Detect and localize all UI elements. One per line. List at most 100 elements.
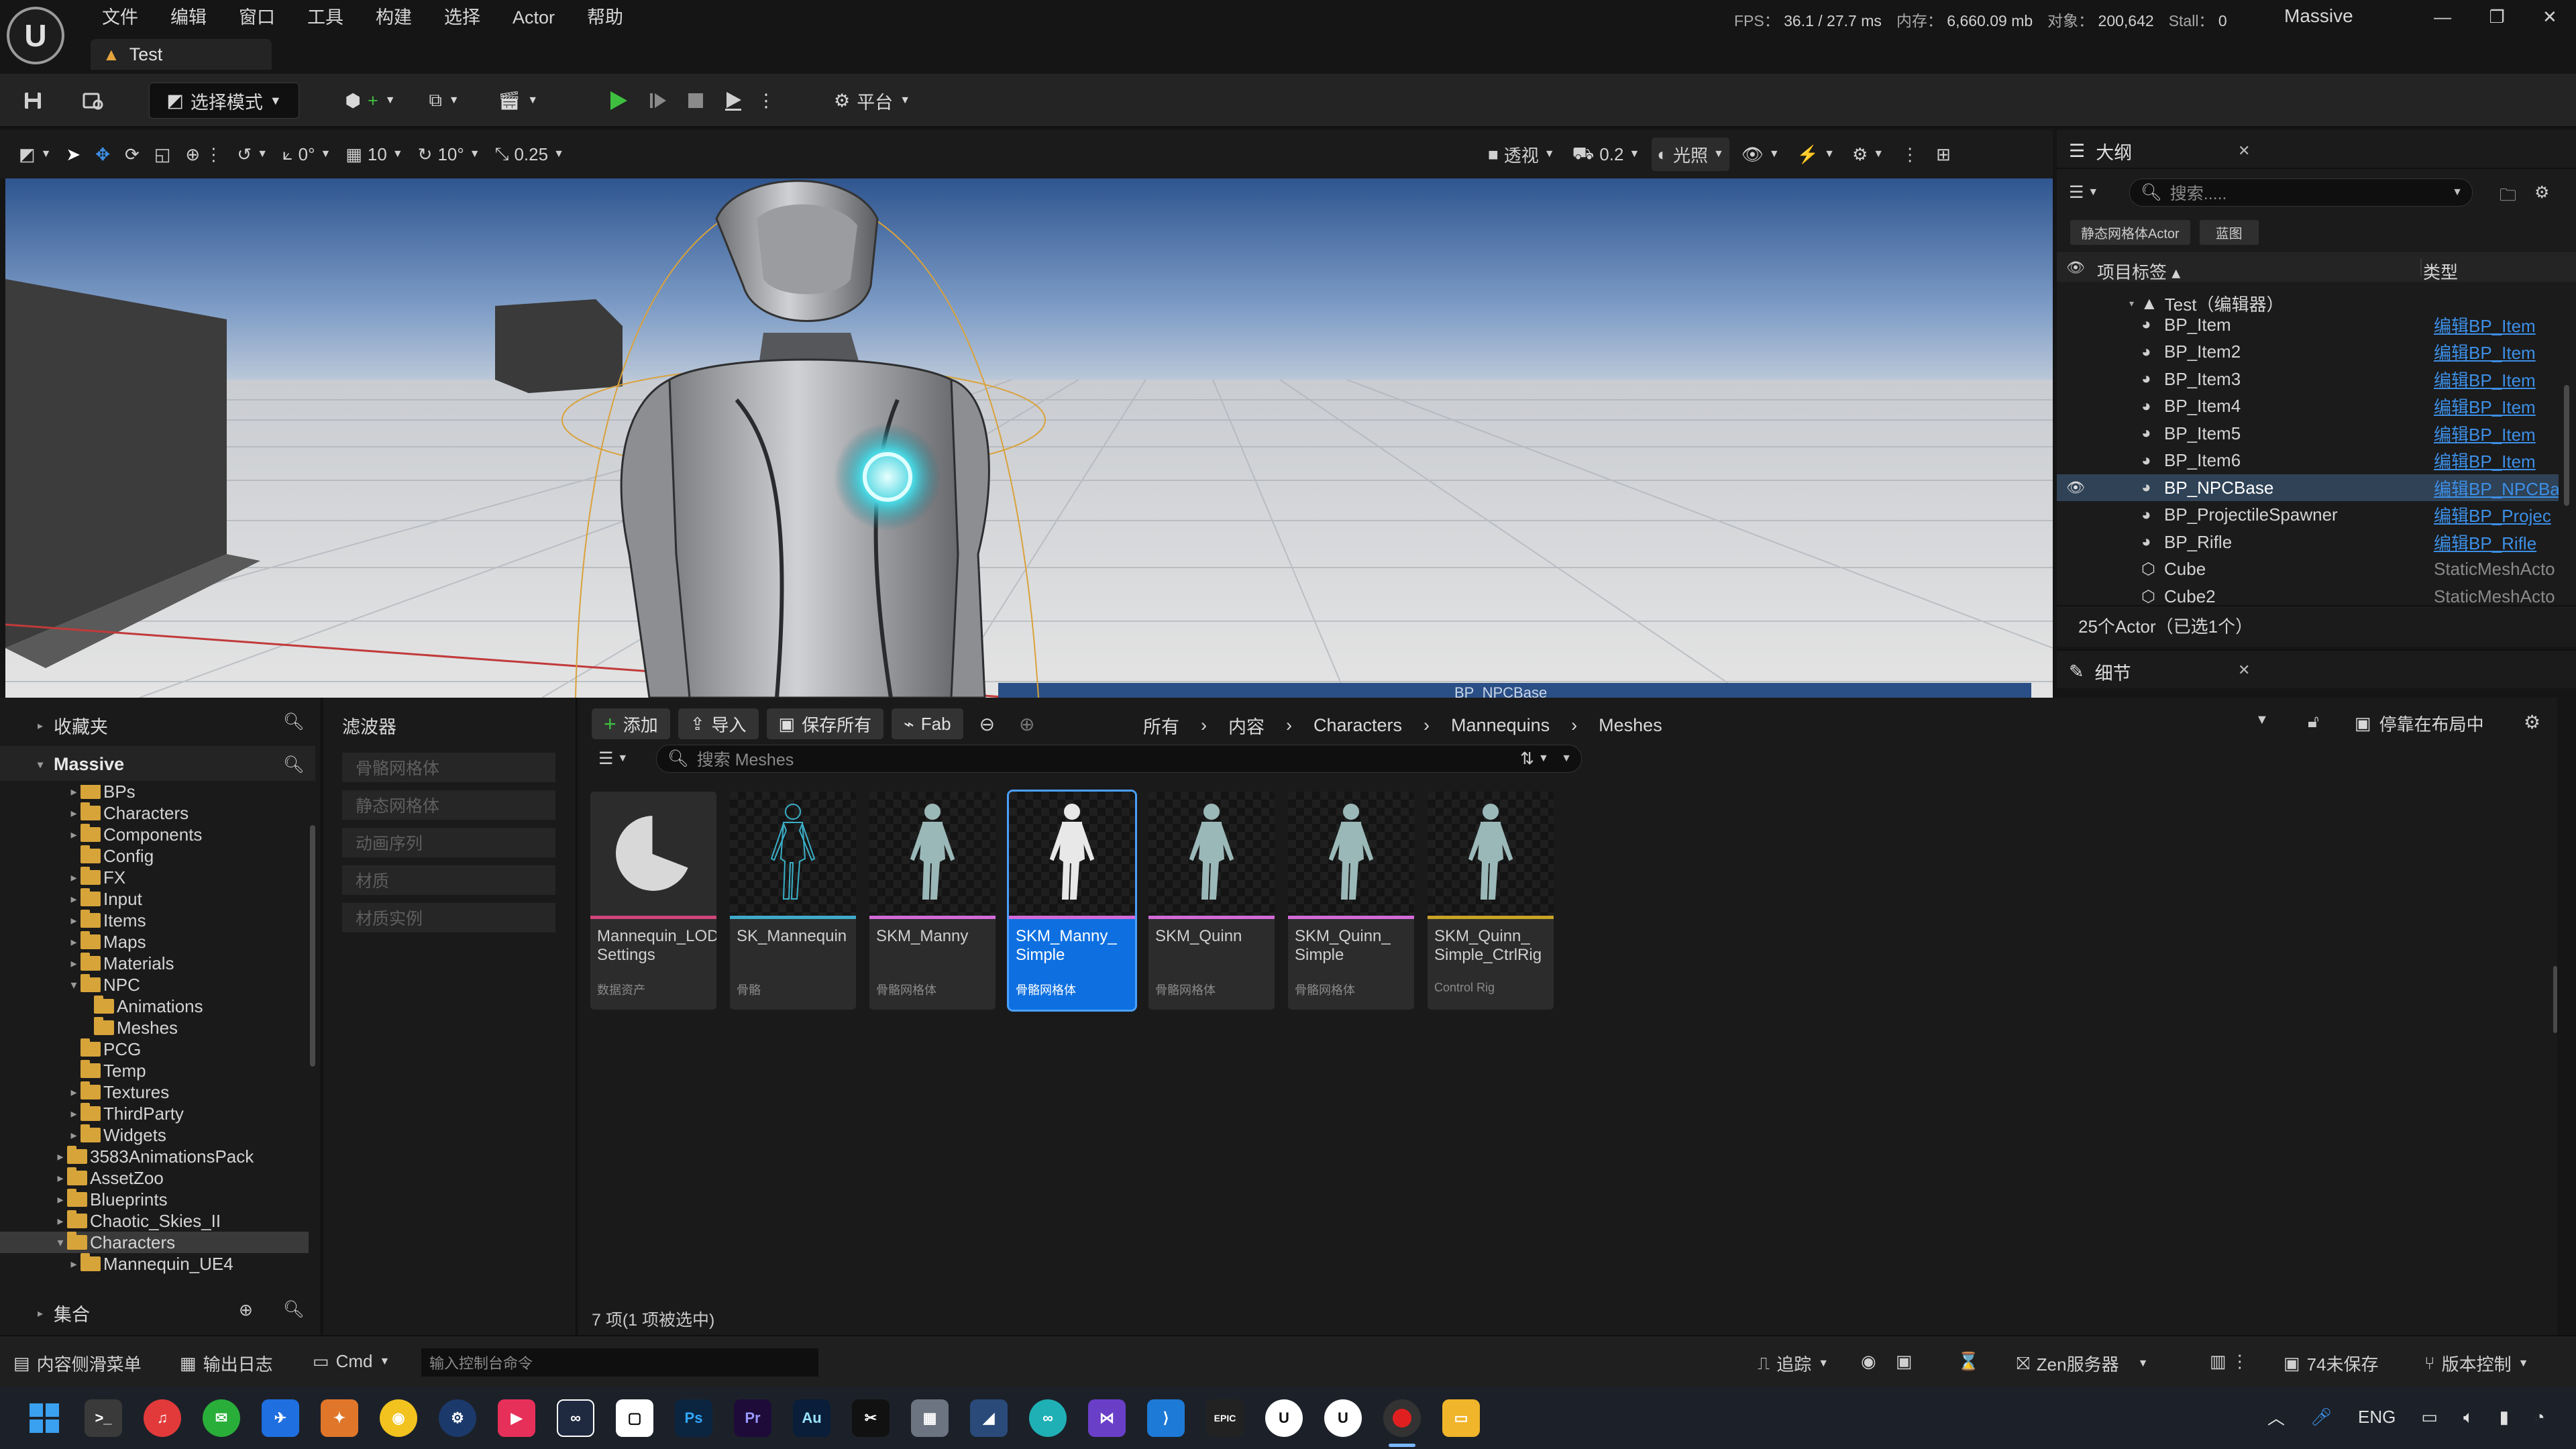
expand-arrow-icon[interactable]: ▸ [54,1150,67,1164]
close-icon[interactable]: ✕ [2542,7,2557,28]
add-folder-icon[interactable]: 🗀 [2500,182,2516,211]
folder-tree-item[interactable]: Animations [0,996,309,1017]
folder-tree-item[interactable]: ▸ Maps [0,931,309,953]
folder-tree-item[interactable]: ▸ AssetZoo [0,1167,309,1189]
expand-arrow-icon[interactable]: ▸ [54,1171,67,1185]
battery-icon[interactable]: ▮ [2500,1407,2509,1428]
surface-snap-icon[interactable]: ↺ ▼ [231,138,273,171]
folder-tree-item[interactable]: ▸ Materials [0,953,309,974]
vscode-icon[interactable]: ⟩ [1147,1399,1185,1437]
outliner-row-type[interactable]: 编辑BP_Item [2434,367,2559,392]
steam-icon[interactable]: ⚙ [439,1399,476,1437]
path-dropdown-icon[interactable]: ▼ [2255,712,2269,728]
expand-arrow-icon[interactable]: ▸ [67,1128,80,1142]
asset-search-input[interactable]: 🔍︎ 搜索 Meshes ▼ [656,745,1582,773]
outliner-row-type[interactable]: 编辑BP_Projec [2434,502,2559,527]
dock-in-layout-button[interactable]: ▣ 停靠在布局中 [2355,711,2484,736]
cmd-dropdown[interactable]: ▭ Cmd ▼ [313,1351,390,1372]
add-actor-button[interactable]: ⬢ + ▼ [343,83,397,119]
windows-start-icon[interactable] [25,1399,63,1437]
content-drawer-button[interactable]: ▤ 内容侧滑菜单 [13,1351,142,1376]
close-icon[interactable]: ✕ [2238,142,2250,160]
angle-snap[interactable]: ↻ 10° ▼ [413,138,486,171]
menu-actor[interactable]: Actor [496,1,571,34]
settings-gear-icon[interactable]: ⚙ ▼ [1847,138,1889,171]
filter-chip-static-mesh[interactable]: 静态网格体Actor [2070,220,2190,245]
back-icon[interactable]: ⊖ [971,713,1003,735]
cb-scrollbar[interactable] [2553,966,2557,1033]
favorites-section[interactable]: ▸ 收藏夹 [38,712,108,739]
unsaved-button[interactable]: ▣ 74未保存 [2284,1351,2379,1376]
folder-tree-item[interactable]: ▸ BPs [0,785,309,802]
expand-arrow-icon[interactable]: ▸ [67,892,80,906]
visual-studio-icon[interactable]: ⋈ [1088,1399,1126,1437]
fab-button[interactable]: ⌁ Fab [892,708,963,739]
perspective-dropdown[interactable]: ■ 透视 ▼ [1483,138,1560,171]
menu-build[interactable]: 构建 [360,1,428,34]
tree-scrollbar[interactable] [310,825,315,1067]
grid-snap[interactable]: ▦ 10 ▼ [340,138,408,171]
outliner-row-type[interactable]: 编辑BP_Item [2434,394,2559,419]
step-icon[interactable] [640,83,676,119]
wechat-icon[interactable]: ✉ [203,1399,240,1437]
feishu-icon[interactable]: ✈ [262,1399,299,1437]
expand-arrow-icon[interactable]: ▸ [67,828,80,842]
console-input[interactable]: 输入控制台命令 [421,1348,818,1377]
expand-arrow-icon[interactable]: ▸ [67,1107,80,1121]
add-collection-icon[interactable]: ⊕ [239,1300,253,1320]
folder-tree-item[interactable]: ▸ Characters [0,802,309,824]
capcut-icon[interactable]: ✂ [852,1399,890,1437]
bilibili-icon[interactable]: ∞ [1029,1399,1067,1437]
outliner-search-input[interactable]: 🔍︎ 搜索..... ▼ [2129,178,2473,207]
world-space-icon[interactable]: ⊕ ⋮ [180,138,227,171]
expand-arrow-icon[interactable]: ▸ [67,871,80,885]
platform-dropdown[interactable]: ⚙︎ 平台 ▼ [825,83,919,119]
col-type-header[interactable]: 类型 [2423,259,2458,284]
play-button[interactable] [600,83,636,119]
collections-section[interactable]: ▸ 集合 [38,1300,90,1326]
wireshark-icon[interactable]: ◢ [970,1399,1008,1437]
show-flags-icon[interactable]: 👁︎ ▼ [1736,138,1785,171]
outliner-row-type[interactable]: 编辑BP_Item [2434,421,2559,446]
menu-file[interactable]: 文件 [86,1,154,34]
asset-tile[interactable]: SKM_Quinn_ Simple 骨骼网格体 [1288,792,1414,1010]
search-icon[interactable]: 🔍︎ [283,712,305,732]
save-all-button[interactable]: ▣ 保存所有 [766,708,884,739]
derived-data-icon[interactable]: ⌛ [1957,1351,1979,1372]
chrome-icon[interactable]: ◉ [380,1399,417,1437]
folder-tree-item[interactable]: ▸ Input [0,888,309,910]
add-button[interactable]: + 添加 [592,708,670,739]
col-label-header[interactable]: 项目标签 ▴ [2097,259,2180,284]
outliner-filter-button[interactable]: ☰ ▼ [2069,182,2098,203]
import-button[interactable]: ⇪ 导入 [678,708,759,739]
performance-icon[interactable]: ⚡ ▼ [1792,138,1840,171]
terminal-icon[interactable]: >_ [85,1399,122,1437]
expand-arrow-icon[interactable]: ▸ [67,806,80,820]
scale-tool-icon[interactable]: ◱ [149,138,176,171]
meta-icon[interactable]: ∞ [557,1399,594,1437]
save-icon[interactable] [15,83,51,119]
volume-icon[interactable]: 🔈︎ [2463,1407,2474,1428]
asset-tile[interactable]: SKM_Manny_ Simple 骨骼网格体 [1007,790,1137,1012]
folder-tree-item[interactable]: ▾ NPC [0,974,309,996]
screenshot-icon[interactable]: ▣ [1896,1351,1913,1372]
record-icon[interactable]: ◉ [1861,1351,1876,1372]
outliner-row[interactable]: ⬡ Cube2 StaticMeshActo [2057,583,2559,610]
asset-tile[interactable]: SKM_Quinn_ Simple_CtrlRig Control Rig [1428,792,1554,1010]
display-icon[interactable]: ▭ [2421,1407,2438,1428]
zen-server-dropdown[interactable]: ⛝ Zen服务器 ▼ [2017,1351,2148,1376]
revision-control-dropdown[interactable]: ⑂ 版本控制 ▼ [2424,1351,2528,1376]
visibility-icon[interactable]: 👁︎ [2066,479,2085,496]
outliner-row[interactable]: ◕ BP_Item6 编辑BP_Item [2057,447,2559,474]
outliner-row[interactable]: ◕ BP_Rifle 编辑BP_Rifle [2057,529,2559,555]
folder-tree-item[interactable]: ▸ FX [0,867,309,888]
notification-icon[interactable]: ◔ [2534,1407,2545,1428]
expand-arrow-icon[interactable]: ▸ [67,957,80,971]
menu-edit[interactable]: 编辑 [154,1,223,34]
stop-icon[interactable] [678,83,714,119]
expand-arrow-icon[interactable]: ▸ [67,914,80,928]
unreal-icon[interactable]: U [1265,1399,1303,1437]
content-icon[interactable] [75,83,111,119]
eject-icon[interactable] [715,83,751,119]
expand-arrow-icon[interactable]: ▾ [67,978,80,992]
